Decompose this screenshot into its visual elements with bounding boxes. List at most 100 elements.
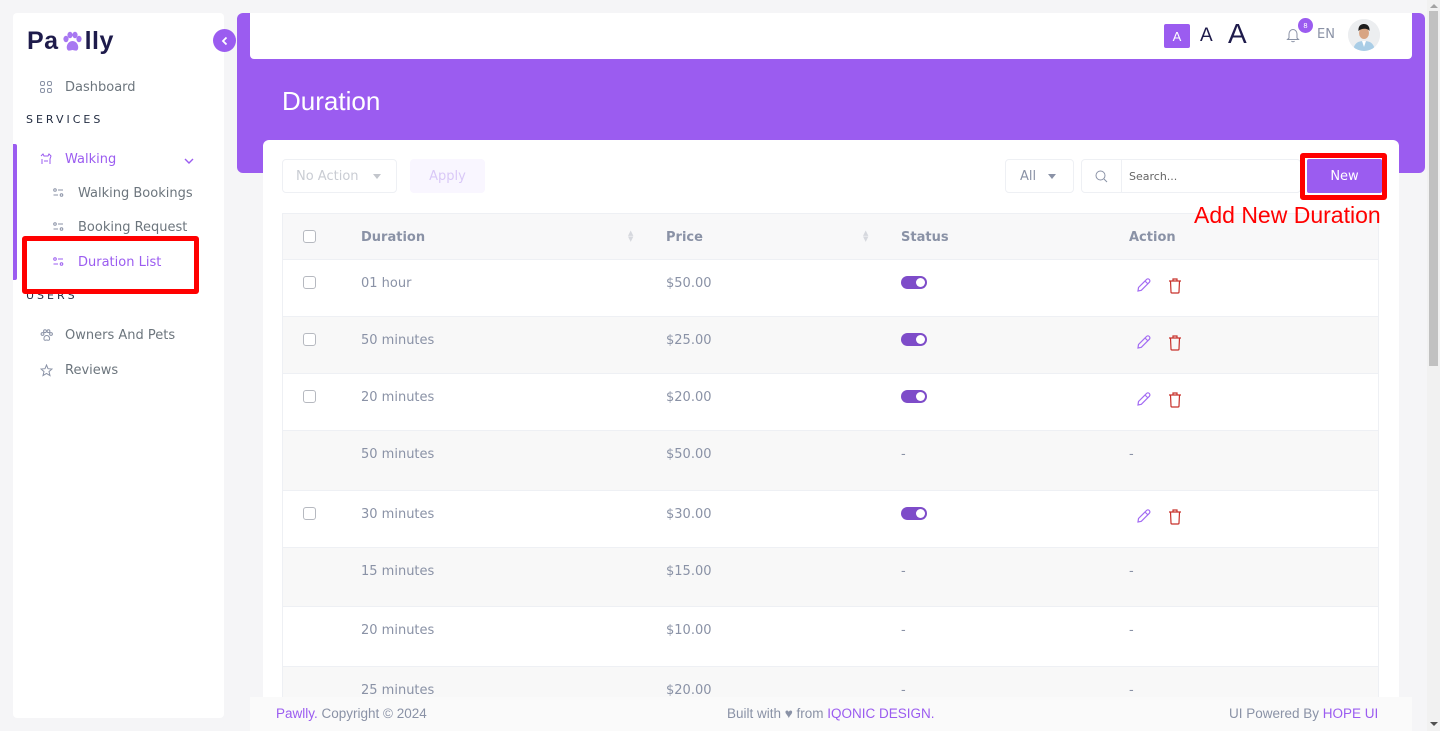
paw-icon bbox=[62, 31, 82, 51]
status-toggle[interactable] bbox=[901, 507, 927, 520]
cell-price: $50.00 bbox=[666, 276, 712, 291]
table-row: 20 minutes $10.00 - - bbox=[282, 607, 1379, 667]
row-checkbox[interactable] bbox=[303, 333, 316, 346]
cell-price: $10.00 bbox=[666, 623, 712, 638]
sidebar-item-label: Dashboard bbox=[65, 79, 136, 95]
caret-down-icon bbox=[1048, 173, 1057, 179]
edit-icon[interactable] bbox=[1135, 508, 1153, 526]
status-filter-value: All bbox=[1020, 168, 1037, 184]
footer-copyright: Pawlly. Copyright © 2024 bbox=[276, 706, 427, 721]
cell-status: - bbox=[901, 623, 906, 638]
cell-action: - bbox=[1129, 683, 1134, 698]
cell-price: $50.00 bbox=[666, 447, 712, 462]
paw-icon bbox=[38, 327, 54, 343]
cell-duration: 15 minutes bbox=[361, 564, 435, 579]
grid-icon bbox=[38, 79, 54, 95]
status-toggle[interactable] bbox=[901, 333, 927, 346]
trash-icon[interactable] bbox=[1168, 508, 1186, 526]
column-header-duration[interactable]: Duration bbox=[361, 230, 425, 245]
scrollbar-thumb[interactable] bbox=[1429, 11, 1438, 366]
footer-hopeui-link[interactable]: HOPE UI bbox=[1323, 706, 1379, 721]
sidebar-item-booking-request[interactable]: Booking Request bbox=[53, 220, 187, 235]
cell-duration: 50 minutes bbox=[361, 447, 435, 462]
sort-icon[interactable]: ▲ ▼ bbox=[863, 230, 868, 243]
active-indicator bbox=[13, 144, 17, 280]
user-avatar[interactable] bbox=[1348, 19, 1380, 51]
brand-name-right: lly bbox=[84, 27, 114, 55]
section-title-users: USERS bbox=[26, 289, 78, 302]
row-checkbox[interactable] bbox=[303, 276, 316, 289]
language-selector[interactable]: EN bbox=[1317, 27, 1335, 42]
font-size-large-button[interactable]: A bbox=[1228, 18, 1247, 50]
cell-status: - bbox=[901, 683, 906, 698]
footer-copyright-text: Copyright © 2024 bbox=[317, 706, 427, 721]
trash-icon[interactable] bbox=[1168, 277, 1186, 295]
brand-logo[interactable]: Pa lly bbox=[27, 27, 114, 56]
footer-powered-by: UI Powered By HOPE UI bbox=[1229, 706, 1378, 721]
sidebar-item-label: Duration List bbox=[78, 255, 162, 270]
sidebar-item-label: Walking Bookings bbox=[78, 186, 193, 201]
new-duration-button[interactable]: New bbox=[1307, 159, 1382, 193]
cell-duration: 20 minutes bbox=[361, 390, 435, 405]
cell-price: $20.00 bbox=[666, 683, 712, 698]
cell-price: $15.00 bbox=[666, 564, 712, 579]
status-filter-select[interactable]: All bbox=[1005, 159, 1074, 193]
chevron-down-icon bbox=[184, 154, 194, 169]
sidebar-item-duration-list[interactable]: Duration List bbox=[53, 255, 161, 270]
sidebar-collapse-button[interactable] bbox=[213, 29, 236, 52]
footer-powered-text: UI Powered By bbox=[1229, 706, 1323, 721]
cell-action: - bbox=[1129, 623, 1134, 638]
sidebar-item-dashboard[interactable]: Dashboard bbox=[38, 79, 136, 95]
list-icon bbox=[53, 221, 64, 234]
sidebar-item-label: Booking Request bbox=[78, 220, 188, 235]
cell-action: - bbox=[1129, 564, 1134, 579]
cell-price: $30.00 bbox=[666, 507, 712, 522]
chevron-left-icon bbox=[221, 36, 227, 45]
status-toggle[interactable] bbox=[901, 390, 927, 403]
edit-icon[interactable] bbox=[1135, 391, 1153, 409]
footer: Pawlly. Copyright © 2024 Built with ♥ fr… bbox=[250, 697, 1412, 731]
star-icon bbox=[38, 362, 54, 378]
edit-icon[interactable] bbox=[1135, 334, 1153, 352]
edit-icon[interactable] bbox=[1135, 277, 1153, 295]
sidebar-item-owners-and-pets[interactable]: Owners And Pets bbox=[38, 327, 175, 343]
table-row: 15 minutes $15.00 - - bbox=[282, 548, 1379, 607]
bulk-action-select[interactable]: No Action bbox=[282, 159, 397, 193]
cell-price: $25.00 bbox=[666, 333, 712, 348]
row-checkbox[interactable] bbox=[303, 390, 316, 403]
top-navbar: A A A 8 EN bbox=[250, 13, 1412, 59]
sidebar-item-walking-bookings[interactable]: Walking Bookings bbox=[53, 186, 193, 201]
table-row: 50 minutes $25.00 bbox=[282, 317, 1379, 374]
select-all-checkbox[interactable] bbox=[303, 230, 316, 243]
table-row: 01 hour $50.00 bbox=[282, 260, 1379, 317]
trash-icon[interactable] bbox=[1168, 334, 1186, 352]
sort-icon[interactable]: ▲ ▼ bbox=[628, 230, 633, 243]
column-header-status: Status bbox=[901, 230, 949, 245]
page-scrollbar[interactable] bbox=[1427, 0, 1440, 731]
scroll-up-arrow[interactable] bbox=[1430, 4, 1438, 8]
cell-action: - bbox=[1129, 447, 1134, 462]
sidebar-item-label: Owners And Pets bbox=[65, 327, 176, 343]
bulk-action-value: No Action bbox=[296, 168, 359, 184]
sidebar-item-label: Walking bbox=[65, 151, 117, 167]
caret-down-icon bbox=[372, 173, 381, 179]
cell-duration: 30 minutes bbox=[361, 507, 435, 522]
status-toggle[interactable] bbox=[901, 276, 927, 289]
sidebar-item-walking[interactable]: Walking bbox=[38, 151, 198, 167]
sidebar-item-reviews[interactable]: Reviews bbox=[38, 362, 118, 378]
row-checkbox[interactable] bbox=[303, 507, 316, 520]
column-header-price[interactable]: Price bbox=[666, 230, 703, 245]
cell-duration: 25 minutes bbox=[361, 683, 435, 698]
table-row: 50 minutes $50.00 - - bbox=[282, 431, 1379, 491]
section-title-services: SERVICES bbox=[26, 113, 104, 126]
scroll-down-arrow[interactable] bbox=[1430, 722, 1438, 726]
footer-iqonic-link[interactable]: IQONIC DESIGN. bbox=[827, 706, 934, 721]
trash-icon[interactable] bbox=[1168, 391, 1186, 409]
cell-duration: 20 minutes bbox=[361, 623, 435, 638]
font-size-small-button[interactable]: A bbox=[1164, 24, 1190, 48]
font-size-medium-button[interactable]: A bbox=[1200, 25, 1213, 47]
apply-button[interactable]: Apply bbox=[410, 159, 485, 193]
footer-built-text: Built with ♥ from bbox=[727, 706, 828, 721]
search-input[interactable] bbox=[1122, 160, 1292, 192]
footer-brand-link[interactable]: Pawlly. bbox=[276, 706, 318, 721]
